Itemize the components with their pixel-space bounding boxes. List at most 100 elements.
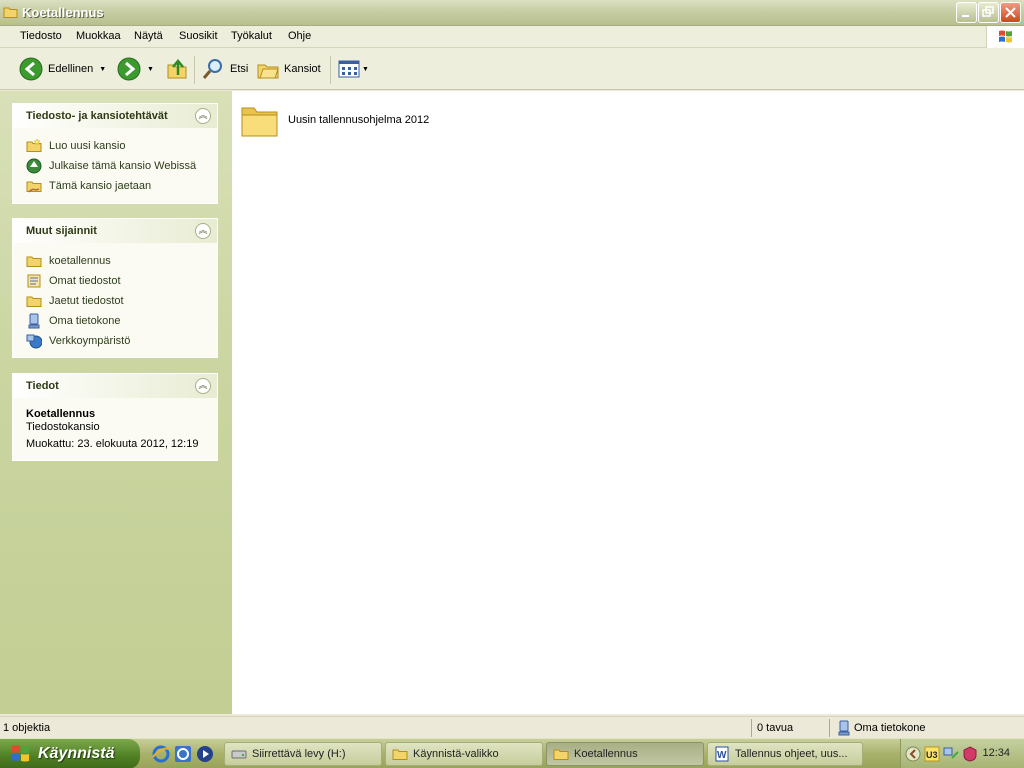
drive-icon <box>231 750 247 759</box>
place-koetallennus-label: koetallennus <box>49 255 111 267</box>
other-places-header[interactable]: Muut sijainnit ︽ <box>13 219 217 243</box>
other-places-title: Muut sijainnit <box>26 225 97 237</box>
task-removable-disk[interactable]: Siirrettävä levy (H:) <box>224 742 382 766</box>
file-tasks-title: Tiedosto- ja kansiotehtävät <box>26 110 168 122</box>
folder-icon <box>3 7 18 18</box>
folder-icon <box>26 296 42 307</box>
taskbar: Käynnistä Siirrettävä levy (H:) Käynnist… <box>0 738 1024 768</box>
file-tasks-panel: Tiedosto- ja kansiotehtävät ︽ Luo uusi k… <box>12 103 218 204</box>
security-icon[interactable] <box>962 746 978 762</box>
u3-icon[interactable]: U3 <box>924 746 940 762</box>
details-type: Tiedostokansio <box>26 421 100 433</box>
search-label: Etsi <box>230 63 249 75</box>
forward-arrow-icon <box>117 57 141 81</box>
file-list[interactable]: Uusin tallennusohjelma 2012 <box>232 91 1024 714</box>
menu-file[interactable]: Tiedosto <box>20 30 62 42</box>
place-my-documents-link[interactable]: Omat tiedostot <box>26 271 217 291</box>
place-shared-documents-link[interactable]: Jaetut tiedostot <box>26 291 217 311</box>
restore-button[interactable] <box>978 2 999 23</box>
network-status-icon[interactable] <box>943 746 959 762</box>
task-koetallennus[interactable]: Koetallennus <box>546 742 704 766</box>
outlook-express-icon[interactable] <box>174 745 192 763</box>
show-hidden-icons-icon[interactable] <box>905 746 921 762</box>
task-start-menu[interactable]: Käynnistä-valikko <box>385 742 543 766</box>
place-my-computer-label: Oma tietokone <box>49 315 121 327</box>
back-button[interactable]: Edellinen ▼ <box>19 56 106 82</box>
collapse-icon[interactable]: ︽ <box>195 223 211 239</box>
menu-tools[interactable]: Työkalut <box>231 30 272 42</box>
toolbar: Edellinen ▼ ▼ Etsi Kansiot ▼ <box>0 48 1024 90</box>
status-bar: 1 objektia 0 tavua Oma tietokone <box>0 716 1024 738</box>
folder-icon <box>26 256 42 267</box>
forward-button[interactable]: ▼ <box>117 56 154 82</box>
up-folder-icon <box>167 59 187 79</box>
new-folder-icon <box>26 138 42 152</box>
menu-edit[interactable]: Muokkaa <box>76 30 121 42</box>
start-label: Käynnistä <box>38 745 115 762</box>
folders-label: Kansiot <box>284 63 321 75</box>
new-folder-label: Luo uusi kansio <box>49 140 126 152</box>
place-network-label: Verkkoympäristö <box>49 335 131 347</box>
place-koetallennus-link[interactable]: koetallennus <box>26 251 217 271</box>
minimize-icon <box>962 15 969 17</box>
system-tray: U3 12:34 <box>900 739 1024 768</box>
folder-item[interactable]: Uusin tallennusohjelma 2012 <box>240 101 429 139</box>
details-panel: Tiedot ︽ Koetallennus Tiedostokansio Muo… <box>12 373 218 461</box>
details-header[interactable]: Tiedot ︽ <box>13 374 217 398</box>
start-button[interactable]: Käynnistä <box>0 739 140 768</box>
chevron-down-icon[interactable]: ▼ <box>362 66 369 73</box>
place-my-computer-link[interactable]: Oma tietokone <box>26 311 217 331</box>
toolbar-separator <box>194 56 195 84</box>
windows-logo-icon <box>986 26 1024 48</box>
collapse-icon[interactable]: ︽ <box>195 378 211 394</box>
chevron-down-icon[interactable]: ▼ <box>147 66 154 73</box>
status-separator <box>751 719 752 737</box>
up-folder-button[interactable] <box>166 56 188 82</box>
globe-icon <box>26 158 42 174</box>
folder-icon <box>553 749 569 760</box>
details-name: Koetallennus <box>26 408 96 420</box>
menu-bar: Tiedosto Muokkaa Näytä Suosikit Työkalut… <box>0 26 1024 48</box>
folder-icon <box>241 107 278 137</box>
clock[interactable]: 12:34 <box>982 747 1010 759</box>
menu-help[interactable]: Ohje <box>288 30 311 42</box>
place-my-documents-label: Omat tiedostot <box>49 275 121 287</box>
network-icon <box>26 334 42 349</box>
task-removable-disk-label: Siirrettävä levy (H:) <box>252 748 346 760</box>
close-button[interactable] <box>1000 2 1021 23</box>
minimize-button[interactable] <box>956 2 977 23</box>
menu-view[interactable]: Näytä <box>134 30 163 42</box>
publish-web-label: Julkaise tämä kansio Webissä <box>49 160 197 172</box>
search-button[interactable]: Etsi <box>201 56 248 82</box>
publish-web-link[interactable]: Julkaise tämä kansio Webissä <box>26 156 217 176</box>
status-location: Oma tietokone <box>854 722 926 734</box>
folders-button[interactable]: Kansiot <box>257 56 321 82</box>
task-pane: Tiedosto- ja kansiotehtävät ︽ Luo uusi k… <box>0 91 232 714</box>
documents-icon <box>27 274 41 288</box>
status-separator <box>829 719 830 737</box>
share-folder-link[interactable]: Tämä kansio jaetaan <box>26 176 217 196</box>
file-tasks-header[interactable]: Tiedosto- ja kansiotehtävät ︽ <box>13 104 217 128</box>
share-folder-label: Tämä kansio jaetaan <box>49 180 152 192</box>
shared-folder-icon <box>26 181 42 193</box>
task-word-document[interactable]: W Tallennus ohjeet, uus... <box>707 742 863 766</box>
toolbar-separator <box>330 56 331 84</box>
details-modified: Muokattu: 23. elokuuta 2012, 12:19 <box>26 438 199 450</box>
place-network-link[interactable]: Verkkoympäristö <box>26 331 217 351</box>
title-bar[interactable]: Koetallennus <box>0 0 1024 26</box>
internet-explorer-icon[interactable] <box>152 745 170 763</box>
task-word-document-label: Tallennus ohjeet, uus... <box>735 748 848 760</box>
window-title: Koetallennus <box>22 5 104 20</box>
folder-icon <box>392 749 408 760</box>
chevron-down-icon[interactable]: ▼ <box>99 66 106 73</box>
folder-item-label: Uusin tallennusohjelma 2012 <box>288 114 430 126</box>
task-start-menu-label: Käynnistä-valikko <box>413 748 499 760</box>
views-button[interactable]: ▼ <box>338 56 369 82</box>
media-player-icon[interactable] <box>196 745 214 763</box>
status-count: 1 objektia <box>3 722 51 734</box>
windows-logo-icon <box>12 745 29 762</box>
collapse-icon[interactable]: ︽ <box>195 108 211 124</box>
new-folder-link[interactable]: Luo uusi kansio <box>26 136 217 156</box>
menu-favorites[interactable]: Suosikit <box>179 30 218 42</box>
svg-text:W: W <box>717 750 727 761</box>
